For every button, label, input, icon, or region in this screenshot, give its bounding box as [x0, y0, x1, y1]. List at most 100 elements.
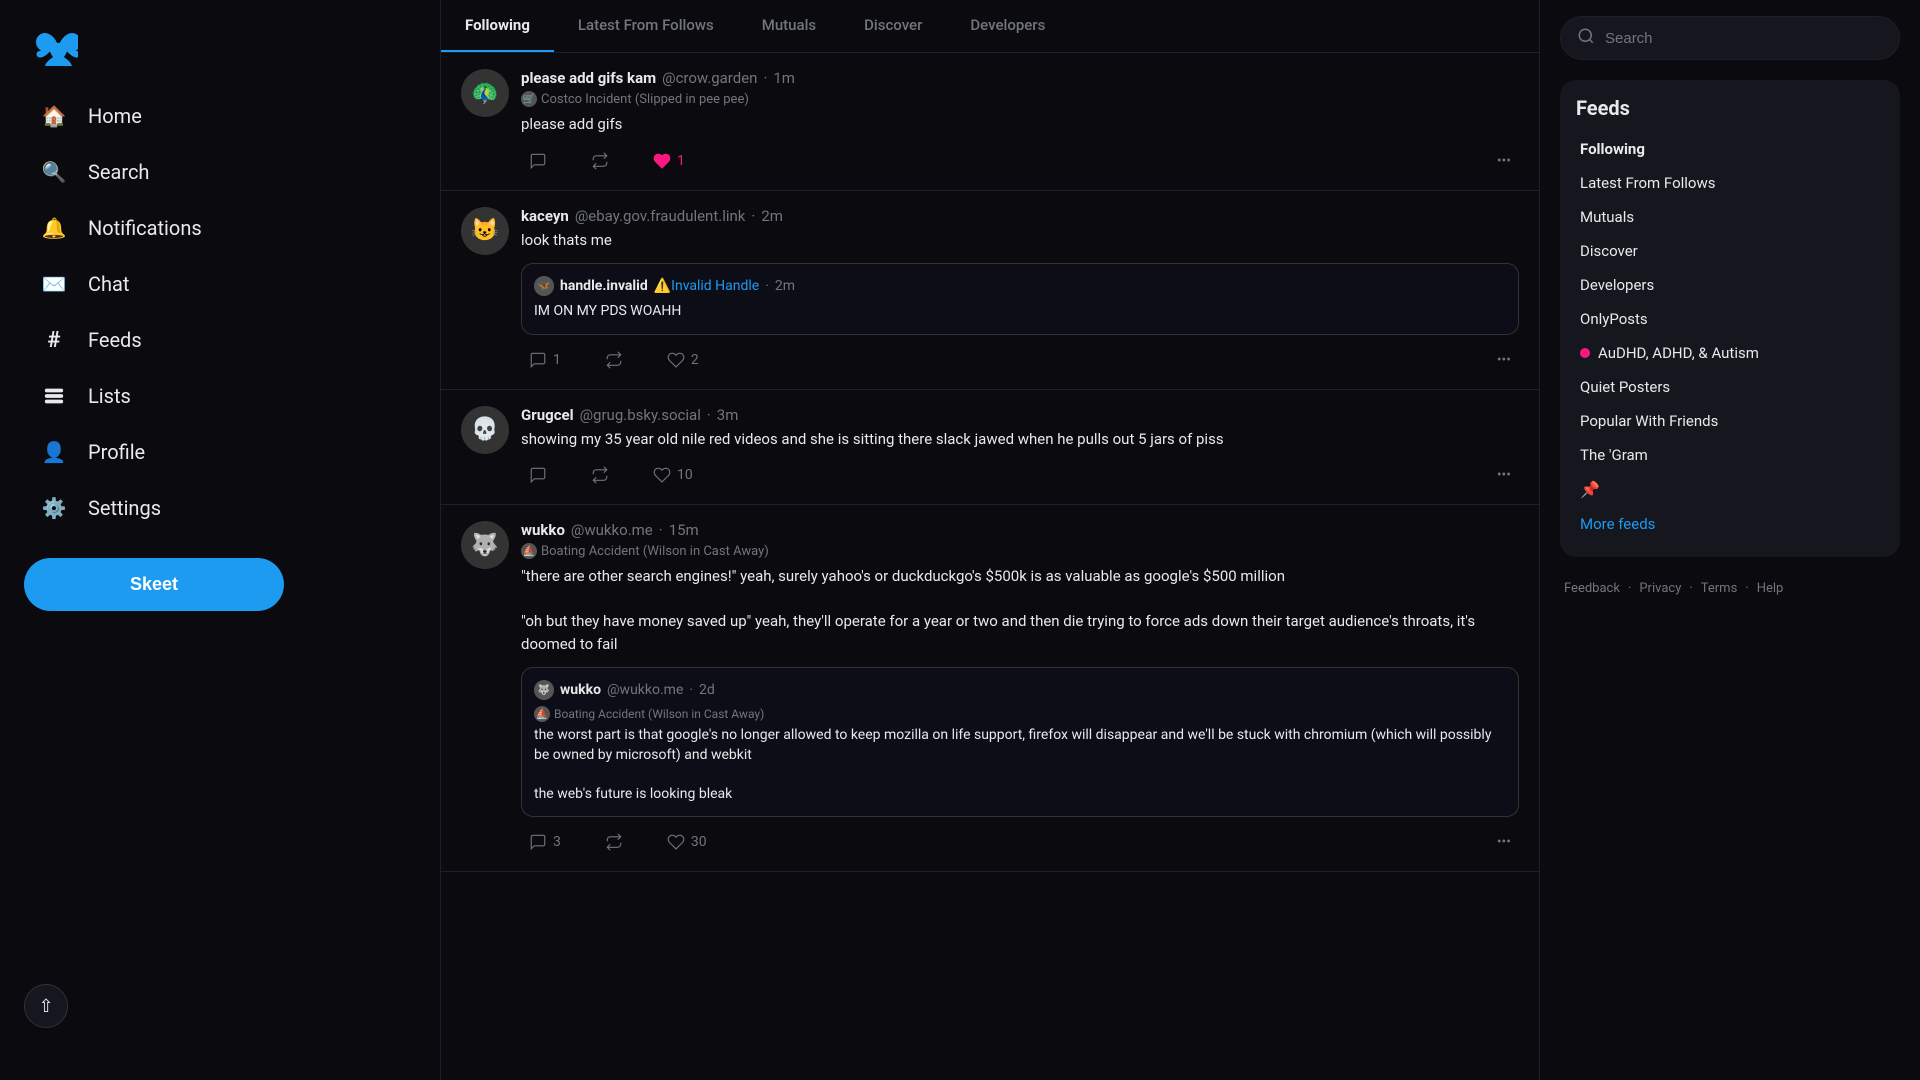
tab-latest[interactable]: Latest From Follows [554, 0, 738, 52]
repost-button[interactable] [583, 462, 617, 488]
post-body: wukko @wukko.me · 15m ⛵ Boating Accident… [521, 521, 1519, 855]
handle: @ebay.gov.fraudulent.link [575, 207, 746, 225]
feed-item-audhd[interactable]: AuDHD, ADHD, & Autism [1576, 336, 1884, 370]
feed-item-popular[interactable]: Popular With Friends [1576, 404, 1884, 438]
display-name: please add gifs kam [521, 69, 656, 87]
display-name: Grugcel [521, 406, 574, 424]
sidebar-item-feeds[interactable]: # Feeds [24, 314, 416, 366]
like-button[interactable]: 30 [659, 829, 715, 855]
feed-item-onlyposts[interactable]: OnlyPosts [1576, 302, 1884, 336]
scroll-top-button[interactable]: ⇧ [24, 984, 68, 1028]
home-icon: 🏠 [40, 102, 68, 130]
post-text: please add gifs [521, 113, 1519, 136]
post-time: 1m [773, 69, 795, 87]
sidebar-item-notifications[interactable]: 🔔 Notifications [24, 202, 416, 254]
quoted-text: IM ON MY PDS WOAHH [534, 302, 1506, 322]
avatar: 🦚 [461, 69, 509, 117]
quoted-label-icon: ⛵ [534, 706, 550, 722]
like-button[interactable]: 10 [645, 462, 701, 488]
quoted-time: 2m [775, 278, 795, 294]
post-body: please add gifs kam @crow.garden · 1m 🛒 … [521, 69, 1519, 174]
like-button[interactable]: 2 [659, 347, 707, 373]
repost-button[interactable] [583, 148, 617, 174]
terms-link[interactable]: Terms [1701, 581, 1738, 596]
feed-item-following[interactable]: Following [1576, 132, 1884, 166]
tab-mutuals[interactable]: Mutuals [738, 0, 840, 52]
privacy-link[interactable]: Privacy [1639, 581, 1681, 596]
like-count: 10 [677, 467, 693, 483]
quoted-avatar: 🦋 [534, 276, 554, 296]
reply-button[interactable] [521, 148, 555, 174]
post-header: kaceyn @ebay.gov.fraudulent.link · 2m [521, 207, 1519, 225]
post-text: showing my 35 year old nile red videos a… [521, 428, 1519, 451]
sidebar-item-label: Search [88, 160, 149, 184]
chat-icon: ✉️ [40, 270, 68, 298]
help-link[interactable]: Help [1757, 581, 1784, 596]
feed-item-mutuals[interactable]: Mutuals [1576, 200, 1884, 234]
footer-sep-1: · [1628, 581, 1631, 596]
feeds-panel: Feeds Following Latest From Follows Mutu… [1560, 80, 1900, 557]
reply-button[interactable]: 1 [521, 347, 569, 373]
tab-discover[interactable]: Discover [840, 0, 946, 52]
feed-label: Discover [1580, 242, 1638, 260]
feed-item-gram[interactable]: The 'Gram [1576, 438, 1884, 472]
logo[interactable] [24, 12, 416, 90]
like-count: 1 [677, 153, 685, 169]
reply-button[interactable] [521, 462, 555, 488]
feed-item-pin[interactable]: 📌 [1576, 472, 1884, 507]
feeds-title: Feeds [1576, 96, 1884, 120]
quoted-handle: @wukko.me [607, 682, 683, 698]
more-button[interactable]: ••• [1489, 149, 1519, 173]
tab-following[interactable]: Following [441, 0, 554, 52]
quoted-time: 2d [699, 682, 715, 698]
feed-item-developers[interactable]: Developers [1576, 268, 1884, 302]
sidebar-item-search[interactable]: 🔍 Search [24, 146, 416, 198]
sidebar-item-lists[interactable]: Lists [24, 370, 416, 422]
like-button[interactable]: 1 [645, 148, 693, 174]
right-sidebar: Feeds Following Latest From Follows Mutu… [1540, 0, 1920, 1080]
post-body: Grugcel @grug.bsky.social · 3m showing m… [521, 406, 1519, 489]
quoted-text: the worst part is that google's no longe… [534, 726, 1506, 804]
post-body: kaceyn @ebay.gov.fraudulent.link · 2m lo… [521, 207, 1519, 373]
sidebar-item-settings[interactable]: ⚙️ Settings [24, 482, 416, 534]
sidebar-item-home[interactable]: 🏠 Home [24, 90, 416, 142]
quoted-post[interactable]: 🐺 wukko @wukko.me · 2d ⛵ Boating Acciden… [521, 667, 1519, 817]
sidebar-item-label: Profile [88, 440, 145, 464]
more-button[interactable]: ••• [1489, 463, 1519, 487]
quoted-header: 🐺 wukko @wukko.me · 2d [534, 680, 1506, 700]
reply-count: 1 [553, 352, 561, 368]
search-box[interactable] [1560, 16, 1900, 60]
post-actions: 1 2 ••• [521, 347, 1519, 373]
feed-item-latest[interactable]: Latest From Follows [1576, 166, 1884, 200]
sidebar-item-profile[interactable]: 👤 Profile [24, 426, 416, 478]
handle: @grug.bsky.social [580, 406, 701, 424]
sidebar-item-chat[interactable]: ✉️ Chat [24, 258, 416, 310]
tab-developers[interactable]: Developers [946, 0, 1069, 52]
post-actions: 10 ••• [521, 462, 1519, 488]
post-time: · [751, 207, 755, 225]
post-text: look thats me [521, 229, 1519, 252]
post-text: "there are other search engines!" yeah, … [521, 565, 1519, 655]
quoted-post[interactable]: 🦋 handle.invalid ⚠️Invalid Handle · 2m I… [521, 263, 1519, 335]
more-button[interactable]: ••• [1489, 830, 1519, 854]
reply-button[interactable]: 3 [521, 829, 569, 855]
feed-item-discover[interactable]: Discover [1576, 234, 1884, 268]
repost-button[interactable] [597, 829, 631, 855]
feed-item-quiet[interactable]: Quiet Posters [1576, 370, 1884, 404]
post-4: 🐺 wukko @wukko.me · 15m ⛵ Boating Accide… [441, 505, 1539, 872]
quoted-header: 🦋 handle.invalid ⚠️Invalid Handle · 2m [534, 276, 1506, 296]
reply-count: 3 [553, 834, 561, 850]
quoted-label: ⛵ Boating Accident (Wilson in Cast Away) [534, 706, 1506, 722]
feed-dot-icon [1580, 348, 1590, 358]
avatar: 🐺 [461, 521, 509, 569]
main-feed: Following Latest From Follows Mutuals Di… [440, 0, 1540, 1080]
avatar: 😺 [461, 207, 509, 255]
repost-button[interactable] [597, 347, 631, 373]
more-feeds-link[interactable]: More feeds [1576, 507, 1884, 541]
feedback-link[interactable]: Feedback [1564, 581, 1620, 596]
post-header: please add gifs kam @crow.garden · 1m [521, 69, 1519, 87]
feed-label: Latest From Follows [1580, 174, 1716, 192]
skeet-button[interactable]: Skeet [24, 558, 284, 611]
search-input[interactable] [1605, 30, 1883, 47]
more-button[interactable]: ••• [1489, 348, 1519, 372]
